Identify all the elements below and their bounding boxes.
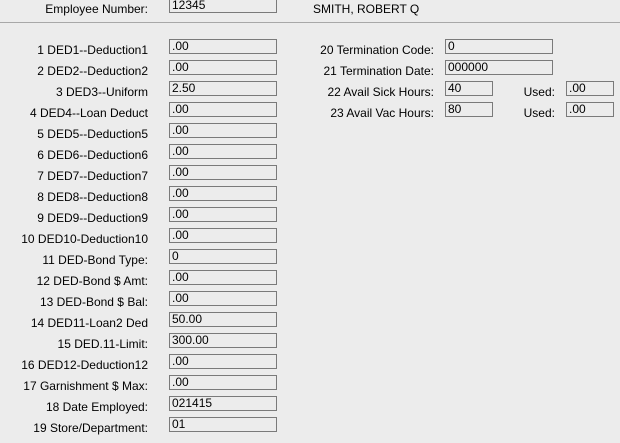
ded6-field[interactable]: .00 <box>169 144 277 159</box>
employee-number-label: Employee Number: <box>45 2 148 16</box>
ded8-field[interactable]: .00 <box>169 186 277 201</box>
avail-vac-hours-label: 23 Avail Vac Hours: <box>330 106 434 120</box>
ded6-label: 6 DED6--Deduction6 <box>37 148 148 162</box>
ded9-label: 9 DED9--Deduction9 <box>37 211 148 225</box>
ded7-label: 7 DED7--Deduction7 <box>37 169 148 183</box>
ded5-field[interactable]: .00 <box>169 123 277 138</box>
termination-date-field[interactable]: 000000 <box>445 60 553 75</box>
ded12-label: 16 DED12-Deduction12 <box>21 358 148 372</box>
garnishment-max-label: 17 Garnishment $ Max: <box>23 379 148 393</box>
ded10-label: 10 DED10-Deduction10 <box>21 232 148 246</box>
termination-code-label: 20 Termination Code: <box>320 43 434 57</box>
ded7-field[interactable]: .00 <box>169 165 277 180</box>
ded1-field[interactable]: .00 <box>169 39 277 54</box>
ded11-limit-field[interactable]: 300.00 <box>169 333 277 348</box>
bond-type-label: 11 DED-Bond Type: <box>42 253 148 267</box>
ded3-field[interactable]: 2.50 <box>169 81 277 96</box>
date-employed-label: 18 Date Employed: <box>45 400 148 414</box>
bond-type-field[interactable]: 0 <box>169 249 277 264</box>
sick-used-field[interactable]: .00 <box>566 81 614 96</box>
ded12-field[interactable]: .00 <box>169 354 277 369</box>
avail-sick-hours-label: 22 Avail Sick Hours: <box>327 85 435 99</box>
ded4-field[interactable]: .00 <box>169 102 277 117</box>
ded1-label: 1 DED1--Deduction1 <box>37 43 148 57</box>
employee-name: SMITH, ROBERT Q <box>313 2 420 16</box>
termination-code-field[interactable]: 0 <box>445 39 553 54</box>
ded11-field[interactable]: 50.00 <box>169 312 277 327</box>
ded2-field[interactable]: .00 <box>169 60 277 75</box>
termination-date-label: 21 Termination Date: <box>323 64 434 78</box>
ded10-field[interactable]: .00 <box>169 228 277 243</box>
sick-used-label: Used: <box>523 85 555 99</box>
bond-amt-label: 12 DED-Bond $ Amt: <box>36 274 148 288</box>
ded8-label: 8 DED8--Deduction8 <box>37 190 148 204</box>
garnishment-max-field[interactable]: .00 <box>169 375 277 390</box>
date-employed-field[interactable]: 021415 <box>169 396 277 411</box>
vac-used-label: Used: <box>523 106 555 120</box>
ded2-label: 2 DED2--Deduction2 <box>37 64 148 78</box>
ded11-limit-label: 15 DED.11-Limit: <box>57 337 148 351</box>
vac-used-field[interactable]: .00 <box>566 102 614 117</box>
ded4-label: 4 DED4--Loan Deduct <box>29 106 148 120</box>
avail-vac-hours-field[interactable]: 80 <box>445 102 493 117</box>
ded3-label: 3 DED3--Uniform <box>55 85 148 99</box>
bond-amt-field[interactable]: .00 <box>169 270 277 285</box>
employee-number-field[interactable]: 12345 <box>169 0 277 13</box>
header-divider <box>0 22 620 23</box>
store-department-field[interactable]: 01 <box>169 417 277 432</box>
bond-bal-field[interactable]: .00 <box>169 291 277 306</box>
avail-sick-hours-field[interactable]: 40 <box>445 81 493 96</box>
ded9-field[interactable]: .00 <box>169 207 277 222</box>
ded5-label: 5 DED5--Deduction5 <box>37 127 148 141</box>
ded11-label: 14 DED11-Loan2 Ded <box>30 316 148 330</box>
bond-bal-label: 13 DED-Bond $ Bal: <box>39 295 148 309</box>
store-department-label: 19 Store/Department: <box>33 421 148 435</box>
